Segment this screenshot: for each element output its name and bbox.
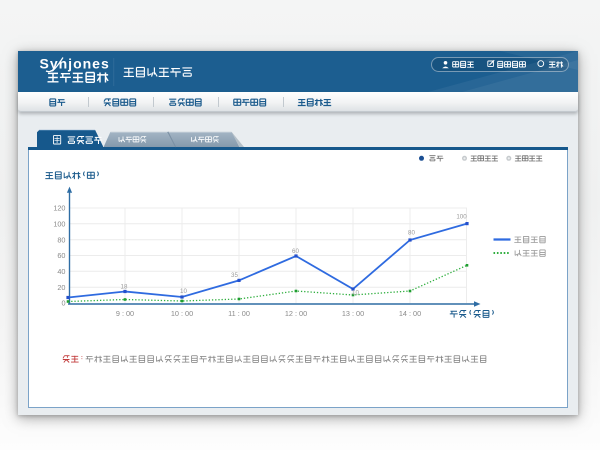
svg-text:11 : 00: 11 : 00 xyxy=(228,309,250,318)
svg-text:9 : 00: 9 : 00 xyxy=(116,309,134,318)
svg-text:13 : 00: 13 : 00 xyxy=(342,309,364,318)
svg-text:Synjones: Synjones xyxy=(40,56,110,72)
svg-text:14 : 00: 14 : 00 xyxy=(399,309,421,318)
svg-text:35: 35 xyxy=(231,272,238,279)
svg-text:80: 80 xyxy=(408,229,415,236)
svg-text:20: 20 xyxy=(57,283,65,292)
svg-text:12 : 00: 12 : 00 xyxy=(285,309,307,318)
svg-text:18: 18 xyxy=(121,283,128,290)
svg-text:80: 80 xyxy=(57,235,65,244)
svg-text:60: 60 xyxy=(57,251,65,260)
svg-text:60: 60 xyxy=(292,248,299,255)
svg-text:10: 10 xyxy=(352,289,359,296)
svg-text:120: 120 xyxy=(53,204,65,213)
svg-text:0: 0 xyxy=(61,299,65,308)
svg-text:10 : 00: 10 : 00 xyxy=(171,309,193,318)
svg-text:100: 100 xyxy=(456,213,467,220)
svg-text:10: 10 xyxy=(180,288,187,295)
svg-text:100: 100 xyxy=(53,219,65,228)
svg-text:40: 40 xyxy=(57,267,65,276)
